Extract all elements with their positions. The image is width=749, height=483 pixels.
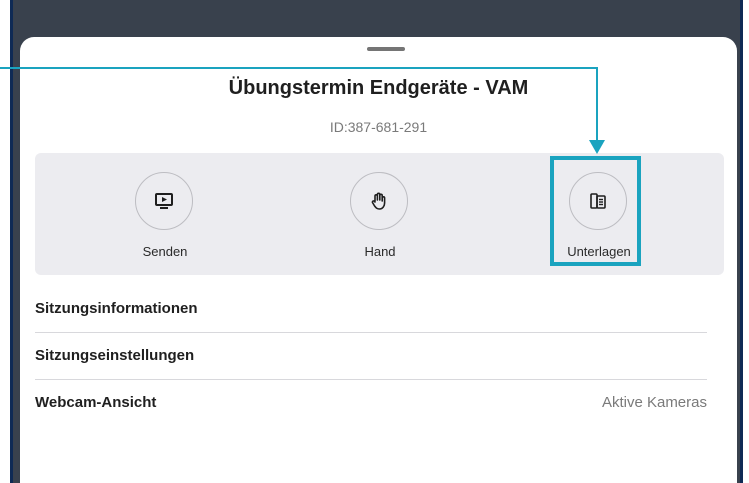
menu-item-label: Sitzungseinstellungen xyxy=(35,347,195,364)
hand-button[interactable]: Hand xyxy=(310,153,450,275)
menu-item-webcam-view[interactable]: Webcam-Ansicht Aktive Kameras xyxy=(35,379,707,426)
meeting-id: ID:387-681-291 xyxy=(329,119,428,135)
send-label: Senden xyxy=(142,244,188,259)
menu-item-label: Sitzungsinformationen xyxy=(35,300,198,317)
highlight-frame xyxy=(550,156,641,266)
callout-arrow-icon xyxy=(589,140,605,154)
menu-item-value: Aktive Kameras xyxy=(601,394,707,411)
menu-item-session-settings[interactable]: Sitzungseinstellungen xyxy=(35,332,707,380)
drag-handle[interactable] xyxy=(367,47,405,51)
menu-item-label: Webcam-Ansicht xyxy=(35,394,157,411)
raise-hand-icon xyxy=(371,192,386,210)
hand-button-circle xyxy=(350,172,408,230)
callout-line-vertical xyxy=(596,67,598,145)
share-screen-icon xyxy=(155,193,173,209)
send-button[interactable]: Senden xyxy=(95,153,235,275)
hand-label: Hand xyxy=(364,244,396,259)
send-button-circle xyxy=(135,172,193,230)
callout-line xyxy=(0,67,598,69)
meeting-title: Übungstermin Endgeräte - VAM xyxy=(228,77,529,99)
menu-item-session-info[interactable]: Sitzungsinformationen xyxy=(35,285,707,333)
